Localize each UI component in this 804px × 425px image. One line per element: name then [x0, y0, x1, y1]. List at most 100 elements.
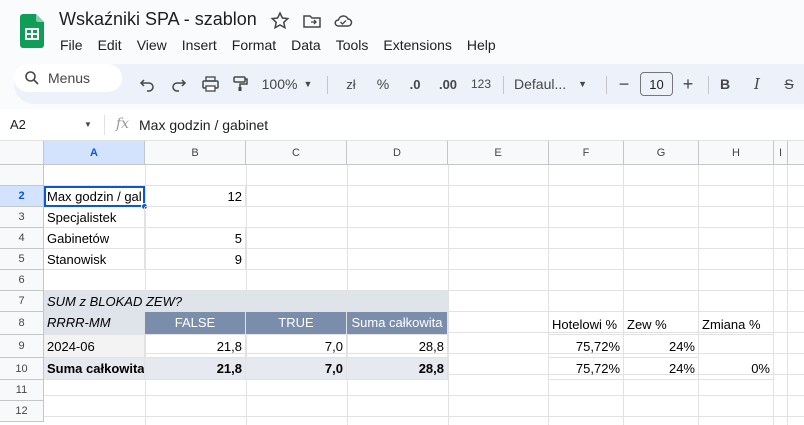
menu-bar: File Edit View Insert Format Data Tools …: [60, 37, 511, 53]
paint-format-button[interactable]: [227, 64, 253, 104]
column-header-d[interactable]: D: [347, 141, 448, 165]
cell-b4[interactable]: 5: [145, 228, 246, 249]
paint-format-icon: [233, 76, 248, 91]
print-button[interactable]: [197, 64, 223, 104]
cell-g10[interactable]: 24%: [624, 358, 699, 380]
column-header-h[interactable]: H: [699, 141, 774, 165]
menu-format[interactable]: Format: [232, 37, 276, 53]
column-header-j[interactable]: [788, 141, 804, 165]
cell-d10[interactable]: 28,8: [347, 358, 448, 380]
undo-icon: [139, 79, 154, 92]
chevron-down-icon[interactable]: ▼: [84, 120, 92, 129]
undo-button[interactable]: [134, 64, 160, 104]
font-size-input[interactable]: 10: [640, 72, 673, 96]
menu-help[interactable]: Help: [467, 37, 496, 53]
row-header-5[interactable]: 5: [0, 249, 44, 270]
cell-f10[interactable]: 75,72%: [549, 358, 624, 380]
row-header-11[interactable]: 11: [0, 380, 44, 401]
decrease-font-size-button[interactable]: −: [614, 64, 634, 104]
zoom-value: 100%: [261, 76, 298, 92]
decrease-decimal-button[interactable]: .0: [402, 64, 428, 104]
cell-f8[interactable]: Hotelowi %: [549, 312, 624, 335]
cell-b10[interactable]: 21,8: [145, 358, 246, 380]
menu-search-input[interactable]: Menus: [14, 64, 122, 92]
menu-file[interactable]: File: [60, 37, 83, 53]
increase-font-size-button[interactable]: +: [678, 64, 698, 104]
formula-input[interactable]: Max godzin / gabinet: [139, 117, 268, 133]
sheets-logo-icon[interactable]: [20, 14, 44, 48]
row-header-10[interactable]: 10: [0, 358, 44, 380]
cell-b9[interactable]: 21,8: [145, 335, 246, 358]
percent-format-button[interactable]: %: [370, 64, 396, 104]
document-title[interactable]: Wskaźniki SPA - szablon: [59, 9, 257, 30]
search-icon: [25, 71, 39, 85]
row-header-4[interactable]: 4: [0, 228, 44, 249]
pivot-col-true[interactable]: TRUE: [246, 312, 347, 335]
column-header-b[interactable]: B: [145, 141, 246, 165]
pivot-filter-label[interactable]: SUM z BLOKAD ZEW?: [44, 291, 246, 312]
cell-a5[interactable]: Stanowisk: [44, 249, 145, 270]
menu-search-label: Menus: [48, 70, 91, 86]
zoom-select[interactable]: 100% ▼: [257, 64, 317, 104]
move-folder-icon[interactable]: [302, 11, 322, 31]
menu-data[interactable]: Data: [291, 37, 321, 53]
column-header-g[interactable]: G: [624, 141, 699, 165]
cell-g9[interactable]: 24%: [624, 335, 699, 358]
pivot-row-label[interactable]: RRRR-MM: [44, 312, 145, 335]
font-family-value: Defaul...: [514, 76, 567, 92]
cell-b2[interactable]: 12: [145, 186, 246, 207]
font-family-select[interactable]: Defaul... ▼: [514, 64, 596, 104]
cell-b5[interactable]: 9: [145, 249, 246, 270]
bold-button[interactable]: B: [714, 64, 736, 104]
star-icon[interactable]: [270, 11, 290, 31]
column-header-c[interactable]: C: [246, 141, 347, 165]
pivot-col-false[interactable]: FALSE: [145, 312, 246, 335]
cell-g8[interactable]: Zew %: [624, 312, 699, 335]
pivot-header-blank-d7[interactable]: [347, 291, 448, 312]
column-header-e[interactable]: E: [448, 141, 549, 165]
column-header-f[interactable]: F: [549, 141, 624, 165]
print-icon: [201, 76, 219, 92]
select-all-corner[interactable]: [0, 141, 44, 165]
row-header-7[interactable]: 7: [0, 291, 44, 312]
strikethrough-button[interactable]: S: [778, 64, 800, 104]
pivot-row-2024-06[interactable]: 2024-06: [44, 335, 145, 358]
row-header-2[interactable]: 2: [0, 186, 44, 207]
spreadsheet-grid: A B C D E F G H I 2 3 4 5 6 7 8 9 10 11 …: [0, 141, 804, 425]
column-header-i[interactable]: I: [774, 141, 788, 165]
name-box[interactable]: A2: [10, 117, 26, 132]
menu-view[interactable]: View: [137, 37, 167, 53]
pivot-header-blank-c7[interactable]: [246, 291, 347, 312]
column-header-a[interactable]: A: [44, 141, 145, 165]
cell-h8[interactable]: Zmiana %: [699, 312, 774, 335]
menu-edit[interactable]: Edit: [98, 37, 122, 53]
menu-extensions[interactable]: Extensions: [383, 37, 451, 53]
cell-d9[interactable]: 28,8: [347, 335, 448, 358]
cell-a2-selected[interactable]: Max godzin / gal: [44, 186, 145, 207]
row-header-6[interactable]: 6: [0, 270, 44, 291]
cell-c9[interactable]: 7,0: [246, 335, 347, 358]
row-header-9[interactable]: 9: [0, 335, 44, 358]
menu-tools[interactable]: Tools: [336, 37, 369, 53]
pivot-col-total[interactable]: Suma całkowita: [347, 312, 448, 335]
increase-decimal-button[interactable]: .00: [434, 64, 462, 104]
cell-f9[interactable]: 75,72%: [549, 335, 624, 358]
row-header-12[interactable]: 12: [0, 401, 44, 422]
redo-icon: [172, 79, 187, 92]
row-header-1[interactable]: [0, 165, 44, 186]
italic-button[interactable]: I: [746, 64, 768, 104]
menu-insert[interactable]: Insert: [182, 37, 217, 53]
number-format-button[interactable]: 123: [468, 64, 494, 104]
formula-bar: A2 ▼ fx Max godzin / gabinet: [0, 109, 804, 141]
cell-c10[interactable]: 7,0: [246, 358, 347, 380]
cell-a3[interactable]: Specjalistek: [44, 207, 145, 228]
currency-format-button[interactable]: zł: [338, 64, 364, 104]
row-header-3[interactable]: 3: [0, 207, 44, 228]
row-header-8[interactable]: 8: [0, 312, 44, 335]
cell-h10[interactable]: 0%: [699, 358, 774, 380]
cell-a4[interactable]: Gabinetów: [44, 228, 145, 249]
cloud-saved-icon[interactable]: [333, 11, 353, 31]
pivot-grand-total-label[interactable]: Suma całkowita: [44, 358, 145, 380]
redo-button[interactable]: [166, 64, 192, 104]
toolbar: Menus 100% ▼ zł % .0 .00 123 Defaul... ▼ −…: [14, 64, 804, 104]
